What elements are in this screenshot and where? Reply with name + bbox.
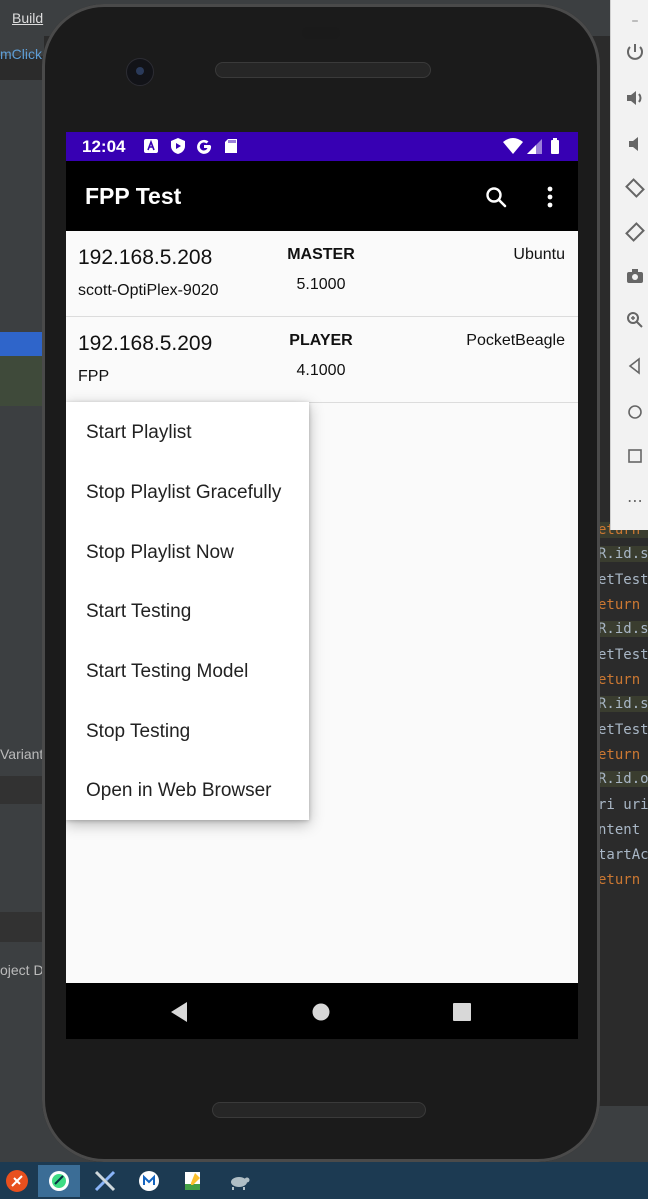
code-line: eturn <box>598 872 641 888</box>
overview-icon[interactable] <box>624 446 646 468</box>
home-icon[interactable] <box>311 1002 331 1022</box>
device-row[interactable]: 192.168.5.208 scott-OptiPlex-9020 MASTER… <box>66 231 578 317</box>
ide-build-variant-tab[interactable]: Variant <box>0 746 43 762</box>
turtle-app-icon[interactable] <box>222 1165 256 1197</box>
volume-up-icon[interactable] <box>624 88 646 110</box>
tools-icon[interactable] <box>88 1165 122 1197</box>
device-version: 4.1000 <box>296 362 346 379</box>
recents-icon[interactable] <box>453 1003 471 1021</box>
volume-down-icon[interactable] <box>624 134 646 156</box>
code-line: R.id.s <box>598 621 648 637</box>
status-time: 12:04 <box>82 137 126 156</box>
device-version: 5.1000 <box>296 276 346 293</box>
code-line: eturn <box>598 747 641 763</box>
zoom-icon[interactable] <box>624 310 646 332</box>
ide-menu-build[interactable]: Build <box>12 10 43 26</box>
sd-card-icon <box>225 139 237 153</box>
document-app-icon[interactable] <box>132 1165 166 1197</box>
rotate-left-icon[interactable] <box>624 178 646 200</box>
device-hostname: FPP <box>78 368 110 385</box>
menu-item-stop-playlist-gracefully[interactable]: Stop Playlist Gracefully <box>86 482 281 504</box>
shield-icon <box>171 138 185 154</box>
notification-a-icon <box>144 139 158 153</box>
device-ip: 192.168.5.209 <box>78 332 213 355</box>
device-platform: Ubuntu <box>513 246 565 263</box>
front-camera <box>126 58 154 86</box>
taskbar-app-icon[interactable] <box>0 1165 34 1197</box>
app-bar: FPP Test <box>66 161 578 231</box>
code-line: tartAc <box>598 847 648 863</box>
wifi-icon <box>503 138 523 154</box>
device-ip: 192.168.5.208 <box>78 246 213 269</box>
code-line: R.id.o <box>598 771 648 787</box>
menu-item-stop-playlist-now[interactable]: Stop Playlist Now <box>86 542 234 564</box>
device-row[interactable]: 192.168.5.209 FPP PLAYER 4.1000 PocketBe… <box>66 317 578 403</box>
code-line: etTest <box>598 572 648 588</box>
proximity-sensor <box>302 27 340 39</box>
search-icon[interactable] <box>484 185 508 209</box>
device-mode: MASTER <box>287 246 355 263</box>
power-icon[interactable] <box>624 42 646 64</box>
menu-item-start-testing[interactable]: Start Testing <box>86 601 191 623</box>
earpiece-speaker <box>215 62 431 78</box>
code-line: eturn <box>598 597 641 613</box>
bottom-speaker <box>212 1102 426 1118</box>
menu-item-start-playlist[interactable]: Start Playlist <box>86 422 192 444</box>
notes-app-icon[interactable] <box>176 1165 210 1197</box>
back-icon[interactable] <box>624 356 646 378</box>
context-menu: Start Playlist Stop Playlist Gracefully … <box>66 402 309 820</box>
android-studio-icon[interactable] <box>38 1165 80 1197</box>
menu-item-start-testing-model[interactable]: Start Testing Model <box>86 661 248 683</box>
device-platform: PocketBeagle <box>466 332 565 349</box>
status-bar: 12:04 <box>66 132 578 161</box>
navigation-bar <box>66 983 578 1039</box>
device-hostname: scott-OptiPlex-9020 <box>78 282 219 299</box>
minimize-icon[interactable]: – <box>624 10 646 32</box>
home-icon[interactable] <box>624 402 646 424</box>
more-icon[interactable]: ⋯ <box>624 490 646 512</box>
camera-icon[interactable] <box>624 266 646 288</box>
ide-code-fragment: mClick <box>0 46 42 62</box>
signal-icon <box>527 139 542 154</box>
code-line: etTest <box>598 647 648 663</box>
menu-item-stop-testing[interactable]: Stop Testing <box>86 721 190 743</box>
battery-icon <box>551 138 559 154</box>
code-line: R.id.s <box>598 546 648 562</box>
google-icon <box>197 139 212 154</box>
code-line: R.id.s <box>598 696 648 712</box>
code-line: etTest <box>598 722 648 738</box>
app-title: FPP Test <box>85 183 182 209</box>
phone-screen: 12:04 FPP Test 192.168.5.208 scott-OptiP… <box>66 132 578 983</box>
code-line: eturn <box>598 672 641 688</box>
device-mode: PLAYER <box>289 332 353 349</box>
code-line: ntent <box>598 822 641 838</box>
back-icon[interactable] <box>169 1001 189 1023</box>
ide-project-tab[interactable]: oject D <box>0 962 44 978</box>
menu-item-open-in-web-browser[interactable]: Open in Web Browser <box>86 780 272 802</box>
more-vert-icon[interactable] <box>538 184 562 210</box>
rotate-right-icon[interactable] <box>624 222 646 244</box>
code-line: ri uri <box>598 797 648 813</box>
